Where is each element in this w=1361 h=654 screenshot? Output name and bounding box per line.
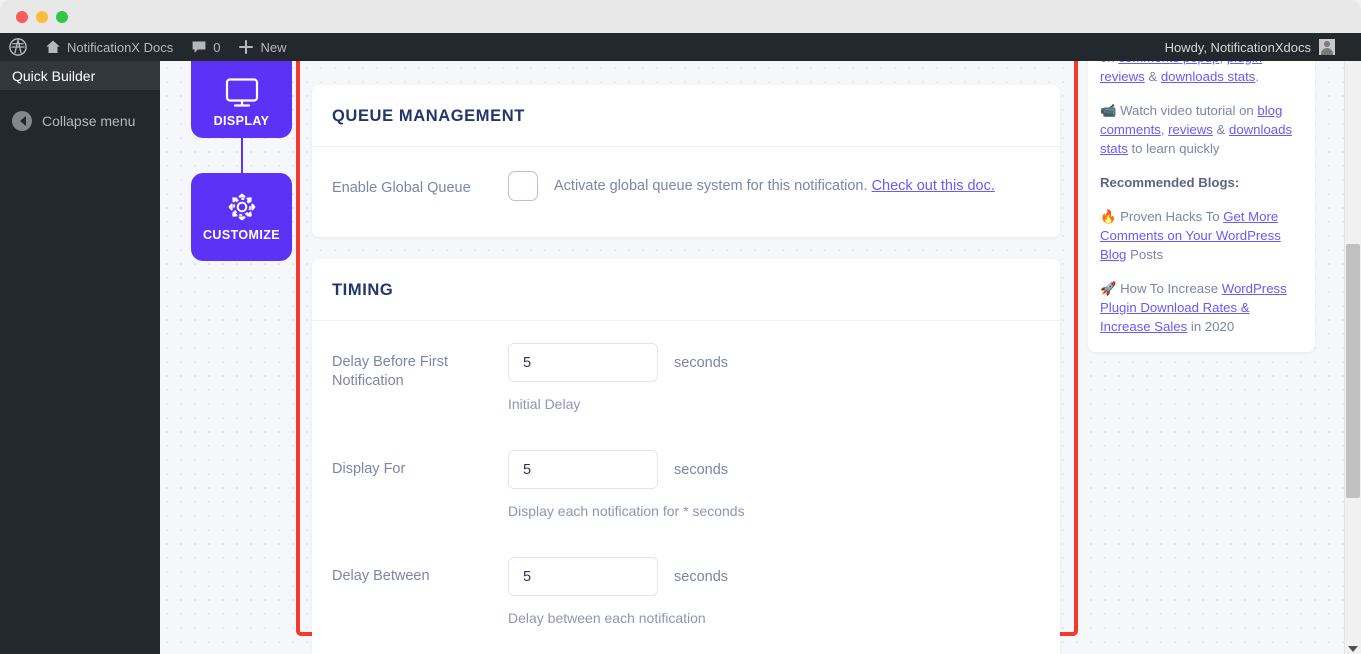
delay-between-control: seconds Delay between each notification (508, 557, 1040, 626)
enable-global-queue-control: Activate global queue system for this no… (508, 169, 1040, 201)
help-docs-paragraph: our step by step documentation on commen… (1100, 61, 1301, 86)
rocket-icon: 🚀 (1100, 281, 1117, 296)
comments-popup-link[interactable]: comments popup (1118, 61, 1219, 65)
delay-before-first-help: Initial Delay (508, 396, 581, 412)
help-video-end: to learn quickly (1127, 141, 1220, 156)
help-video-pre: Watch video tutorial on (1116, 103, 1258, 118)
display-for-row: Display For seconds Display each notific… (332, 450, 1040, 549)
step-display[interactable]: DISPLAY (191, 61, 292, 138)
timing-body: Delay Before First Notification seconds … (312, 321, 1060, 654)
timing-card: TIMING Delay Before First Notification s… (312, 259, 1060, 654)
site-name-label: NotificationX Docs (67, 39, 174, 55)
delay-before-first-control: seconds Initial Delay (508, 343, 1040, 442)
queue-management-card: QUEUE MANAGEMENT Enable Global Queue Act… (312, 85, 1060, 237)
wordpress-logo-menu[interactable] (0, 33, 36, 61)
collapse-menu-button[interactable]: Collapse menu (0, 104, 160, 138)
delay-before-first-row: Delay Before First Notification seconds … (332, 343, 1040, 442)
comment-count: 0 (213, 39, 221, 55)
builder-stepper: DISPLAY CUSTOMIZE (191, 61, 292, 261)
delay-before-first-label: Delay Before First Notification (332, 354, 449, 389)
reviews-link[interactable]: reviews (1168, 122, 1213, 137)
display-for-input[interactable] (508, 450, 658, 489)
recommended-blog-1: 🔥 Proven Hacks To Get More Comments on Y… (1100, 207, 1301, 264)
step-customize[interactable]: CUSTOMIZE (191, 173, 292, 261)
enable-global-queue-label: Enable Global Queue (332, 180, 471, 196)
timing-header: TIMING (312, 259, 1060, 321)
check-out-this-doc-link[interactable]: Check out this doc. (872, 178, 995, 194)
enable-global-queue-description-wrap: Activate global queue system for this no… (554, 178, 995, 194)
delay-between-help: Delay between each notification (508, 610, 706, 626)
delay-between-row: Delay Between seconds Delay between each… (332, 557, 1040, 626)
plus-icon (239, 39, 254, 55)
scroll-down-arrow-icon[interactable] (1348, 646, 1358, 652)
blog2-end: in 2020 (1187, 319, 1235, 334)
display-for-label: Display For (332, 461, 406, 477)
window-controls (16, 11, 68, 23)
builder-canvas: DISPLAY CUSTOMIZE QUEUE MANAGEMENT Enabl… (160, 61, 1361, 654)
comments-menu[interactable]: 0 (182, 33, 229, 61)
timing-title: TIMING (332, 281, 394, 299)
close-window-icon[interactable] (16, 11, 28, 23)
fire-icon: 🔥 (1100, 209, 1117, 224)
collapse-menu-label: Collapse menu (42, 113, 136, 129)
settings-column: QUEUE MANAGEMENT Enable Global Queue Act… (312, 85, 1060, 654)
delay-between-unit: seconds (674, 568, 729, 585)
enable-global-queue-description: Activate global queue system for this no… (554, 178, 868, 194)
recommended-blog-2: 🚀 How To Increase WordPress Plugin Downl… (1100, 279, 1301, 336)
delay-before-first-input[interactable] (508, 343, 658, 382)
minimize-window-icon[interactable] (36, 11, 48, 23)
enable-global-queue-row: Enable Global Queue Activate global queu… (332, 169, 1040, 201)
monitor-icon (225, 78, 258, 107)
sidebar-item-label: Quick Builder (12, 67, 96, 84)
account-menu[interactable]: Howdy, NotificationXdocs (1165, 33, 1361, 61)
sidebar-item-quick-builder[interactable]: Quick Builder (0, 61, 160, 90)
help-video-paragraph: 📹 Watch video tutorial on blog comments,… (1100, 101, 1301, 158)
display-for-unit: seconds (674, 461, 729, 478)
display-for-control: seconds Display each notification for * … (508, 450, 1040, 549)
help-video-sep2: & (1212, 122, 1229, 137)
home-icon (46, 40, 60, 53)
howdy-label: Howdy, NotificationXdocs (1164, 39, 1311, 55)
new-label: New (260, 39, 287, 55)
site-name-menu[interactable]: NotificationX Docs (36, 33, 182, 61)
comment-bubble-icon (192, 41, 206, 53)
step-display-label: DISPLAY (213, 114, 270, 128)
scrollbar-thumb[interactable] (1346, 244, 1360, 498)
new-content-menu[interactable]: New (229, 33, 295, 61)
queue-management-body: Enable Global Queue Activate global queu… (312, 147, 1060, 237)
enable-global-queue-checkbox[interactable] (508, 171, 538, 201)
step-customize-label: CUSTOMIZE (203, 228, 280, 242)
recommended-blogs-heading: Recommended Blogs: (1100, 175, 1240, 190)
queue-management-title: QUEUE MANAGEMENT (332, 107, 525, 125)
wordpress-logo-icon (9, 38, 27, 56)
blog1-end: Posts (1126, 247, 1164, 262)
wordpress-admin-sidebar: Quick Builder Collapse menu (0, 61, 160, 654)
downloads-stats-link[interactable]: downloads stats (1161, 69, 1256, 84)
help-docs-end: . (1255, 69, 1260, 84)
gear-icon (228, 193, 255, 221)
queue-management-header: QUEUE MANAGEMENT (312, 85, 1060, 147)
avatar (1319, 39, 1335, 55)
delay-between-input[interactable] (508, 557, 658, 596)
display-for-help: Display each notification for * seconds (508, 503, 745, 519)
browser-chrome (0, 0, 1361, 33)
delay-before-first-unit: seconds (674, 354, 729, 371)
collapse-arrow-icon (12, 111, 32, 131)
help-docs-sep2: & (1144, 69, 1161, 84)
wordpress-admin-bar: NotificationX Docs 0 New Howdy, Notifica… (0, 33, 1361, 61)
video-camera-icon: 📹 (1100, 103, 1117, 118)
blog2-pre: How To Increase (1116, 281, 1222, 296)
maximize-window-icon[interactable] (56, 11, 68, 23)
blog1-pre: Proven Hacks To (1116, 209, 1224, 224)
help-docs-sep1: , (1220, 61, 1227, 65)
page-scrollbar[interactable] (1344, 61, 1361, 654)
delay-between-label: Delay Between (332, 568, 430, 584)
help-sidebar-panel: our step by step documentation on commen… (1088, 61, 1315, 352)
step-connector (240, 138, 243, 173)
